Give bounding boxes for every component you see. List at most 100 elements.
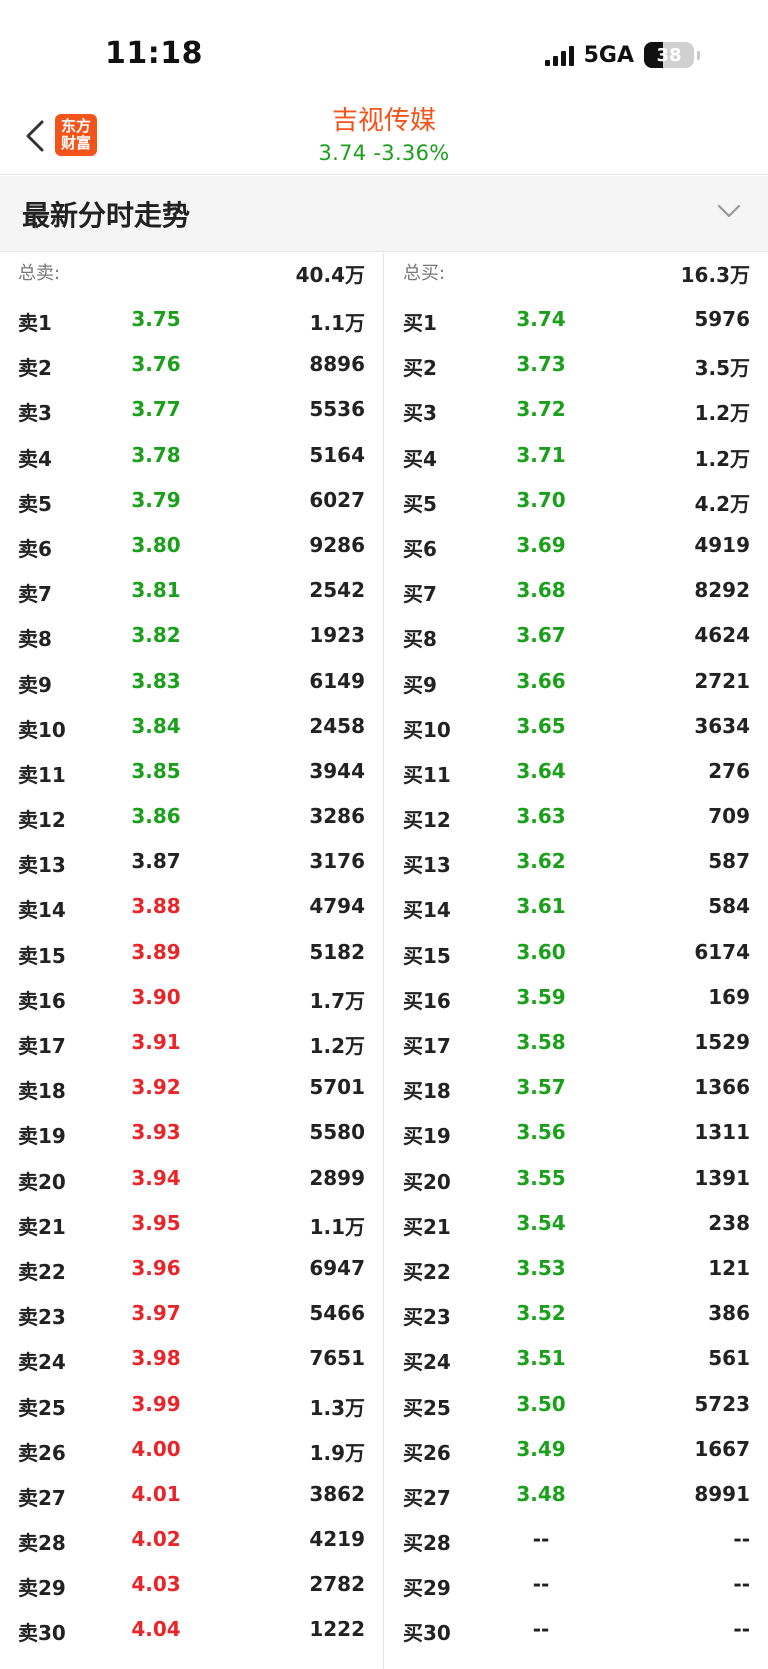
buy-price: 3.58	[516, 1030, 566, 1054]
stock-quote: 3.74 -3.36%	[318, 141, 450, 165]
buy-volume: 4624	[694, 623, 750, 648]
sell-volume: 5182	[309, 939, 365, 964]
sell-volume: 2458	[309, 713, 365, 738]
sell-order-row[interactable]: 卖23 3.97 5466	[0, 1293, 383, 1338]
sell-order-row[interactable]: 卖9 3.83 6149	[0, 661, 383, 706]
sell-price: 3.86	[131, 804, 181, 829]
sell-volume: 9286	[309, 532, 365, 557]
section-header-intraday[interactable]: 最新分时走势	[0, 176, 768, 252]
sell-volume: 3286	[309, 804, 365, 829]
buy-order-row[interactable]: 买23 3.52 386	[385, 1293, 768, 1338]
sell-order-row[interactable]: 卖18 3.92 5701	[0, 1067, 383, 1112]
sell-level-label: 卖17	[18, 1034, 66, 1058]
buy-column: 总买: 16.3万 买1 3.74 5976 买2 3.73 3.5万 买3 3.72 1.2万…	[385, 253, 768, 1669]
buy-order-row[interactable]: 买27 3.48 8991	[385, 1474, 768, 1519]
buy-level-label: 买3	[403, 401, 437, 426]
buy-order-row[interactable]: 买22 3.53 121	[385, 1248, 768, 1293]
buy-volume: 1529	[694, 1030, 750, 1054]
sell-order-row[interactable]: 卖25 3.99 1.3万	[0, 1384, 383, 1429]
buy-order-row[interactable]: 买20 3.55 1391	[385, 1158, 768, 1203]
sell-order-row[interactable]: 卖2 3.76 8896	[0, 344, 383, 389]
sell-order-row[interactable]: 卖12 3.86 3286	[0, 796, 383, 841]
stock-name: 吉视传媒	[331, 106, 436, 136]
sell-order-row[interactable]: 卖6 3.80 9286	[0, 525, 383, 570]
buy-order-row[interactable]: 买17 3.58 1529	[385, 1022, 768, 1067]
sell-order-row[interactable]: 卖14 3.88 4794	[0, 886, 383, 931]
buy-order-row[interactable]: 买7 3.68 8292	[385, 570, 768, 615]
buy-price: 3.74	[516, 307, 566, 331]
buy-order-row[interactable]: 买11 3.64 276	[385, 751, 768, 796]
buy-price: 3.64	[516, 758, 566, 783]
buy-order-row[interactable]: 买19 3.56 1311	[385, 1112, 768, 1157]
buy-volume: 561	[708, 1346, 750, 1371]
sell-level-label: 卖24	[18, 1350, 66, 1375]
sell-volume: 2542	[309, 578, 365, 603]
sell-order-row[interactable]: 卖1 3.75 1.1万	[0, 299, 383, 344]
sell-volume: 2782	[309, 1572, 365, 1597]
sell-volume: 1.2万	[309, 1034, 365, 1058]
buy-order-row[interactable]: 买18 3.57 1366	[385, 1067, 768, 1112]
sell-order-row[interactable]: 卖4 3.78 5164	[0, 435, 383, 480]
sell-order-row[interactable]: 卖8 3.82 1923	[0, 615, 383, 660]
sell-price: 3.89	[131, 939, 181, 964]
buy-price: 3.50	[516, 1391, 566, 1416]
sell-order-row[interactable]: 卖27 4.01 3862	[0, 1474, 383, 1519]
sell-order-row[interactable]: 卖16 3.90 1.7万	[0, 977, 383, 1022]
chevron-down-icon[interactable]	[716, 202, 742, 220]
buy-total-label: 总买:	[403, 263, 446, 284]
buy-order-row[interactable]: 买1 3.74 5976	[385, 299, 768, 344]
buy-order-row[interactable]: 买25 3.50 5723	[385, 1384, 768, 1429]
buy-order-row[interactable]: 买28 -- --	[385, 1519, 768, 1564]
sell-order-row[interactable]: 卖3 3.77 5536	[0, 389, 383, 434]
sell-order-row[interactable]: 卖21 3.95 1.1万	[0, 1203, 383, 1248]
buy-level-label: 买25	[403, 1395, 451, 1420]
buy-order-row[interactable]: 买10 3.65 3634	[385, 706, 768, 751]
buy-order-row[interactable]: 买16 3.59 169	[385, 977, 768, 1022]
sell-volume: 6149	[309, 668, 365, 693]
buy-order-row[interactable]: 买24 3.51 561	[385, 1338, 768, 1383]
sell-order-row[interactable]: 卖19 3.93 5580	[0, 1112, 383, 1157]
sell-order-row[interactable]: 卖10 3.84 2458	[0, 706, 383, 751]
buy-order-row[interactable]: 买26 3.49 1667	[385, 1429, 768, 1474]
sell-level-label: 卖30	[18, 1621, 66, 1646]
buy-order-row[interactable]: 买29 -- --	[385, 1564, 768, 1609]
sell-level-label: 卖5	[18, 491, 52, 516]
sell-order-row[interactable]: 卖11 3.85 3944	[0, 751, 383, 796]
buy-order-row[interactable]: 买6 3.69 4919	[385, 525, 768, 570]
buy-volume: 5976	[694, 307, 750, 331]
buy-order-row[interactable]: 买12 3.63 709	[385, 796, 768, 841]
sell-order-row[interactable]: 卖28 4.02 4219	[0, 1519, 383, 1564]
buy-level-label: 买17	[403, 1034, 451, 1058]
buy-volume: 1667	[694, 1436, 750, 1461]
buy-order-row[interactable]: 买3 3.72 1.2万	[385, 389, 768, 434]
buy-order-row[interactable]: 买21 3.54 238	[385, 1203, 768, 1248]
sell-price: 3.99	[131, 1391, 181, 1416]
buy-order-row[interactable]: 买15 3.60 6174	[385, 932, 768, 977]
sell-order-row[interactable]: 卖29 4.03 2782	[0, 1564, 383, 1609]
buy-level-label: 买22	[403, 1259, 451, 1284]
sell-order-row[interactable]: 卖17 3.91 1.2万	[0, 1022, 383, 1067]
sell-order-row[interactable]: 卖5 3.79 6027	[0, 480, 383, 525]
sell-volume: 1.9万	[309, 1440, 365, 1465]
sell-order-row[interactable]: 卖22 3.96 6947	[0, 1248, 383, 1293]
buy-order-row[interactable]: 买9 3.66 2721	[385, 661, 768, 706]
buy-order-row[interactable]: 买8 3.67 4624	[385, 615, 768, 660]
sell-price: 3.78	[131, 442, 181, 467]
buy-order-row[interactable]: 买13 3.62 587	[385, 841, 768, 886]
sell-order-row[interactable]: 卖26 4.00 1.9万	[0, 1429, 383, 1474]
buy-order-row[interactable]: 买5 3.70 4.2万	[385, 480, 768, 525]
buy-order-row[interactable]: 买4 3.71 1.2万	[385, 435, 768, 480]
sell-order-row[interactable]: 卖20 3.94 2899	[0, 1158, 383, 1203]
sell-price: 3.94	[131, 1165, 181, 1190]
sell-order-row[interactable]: 卖30 4.04 1222	[0, 1609, 383, 1654]
sell-order-row[interactable]: 卖7 3.81 2542	[0, 570, 383, 615]
buy-order-row[interactable]: 买14 3.61 584	[385, 886, 768, 931]
sell-rows: 卖1 3.75 1.1万 卖2 3.76 8896 卖3 3.77 5536 卖4 3.78 5164…	[0, 299, 383, 1655]
buy-price: 3.56	[516, 1120, 566, 1145]
battery-cap	[697, 50, 700, 60]
sell-order-row[interactable]: 卖15 3.89 5182	[0, 932, 383, 977]
sell-order-row[interactable]: 卖24 3.98 7651	[0, 1338, 383, 1383]
buy-order-row[interactable]: 买2 3.73 3.5万	[385, 344, 768, 389]
buy-order-row[interactable]: 买30 -- --	[385, 1609, 768, 1654]
sell-order-row[interactable]: 卖13 3.87 3176	[0, 841, 383, 886]
